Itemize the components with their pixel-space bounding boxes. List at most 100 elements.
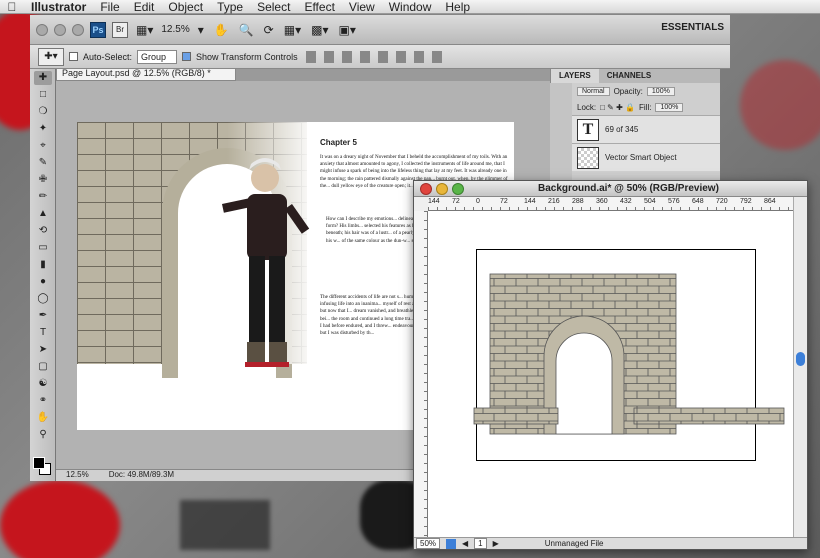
zoom-tool-icon[interactable]: ⚲: [34, 428, 52, 442]
history-brush-tool-icon[interactable]: ⟲: [34, 224, 52, 238]
align-bottom-icon[interactable]: [341, 50, 352, 63]
distribute-2-icon[interactable]: [431, 50, 442, 63]
zoom-window-button[interactable]: [452, 182, 464, 195]
layer-row[interactable]: T 69 of 345: [551, 115, 720, 143]
menu-app-name[interactable]: Illustrator: [24, 0, 93, 14]
menu-effect[interactable]: Effect: [297, 0, 341, 14]
first-artboard-icon[interactable]: ◀: [462, 539, 468, 548]
layers-panel: LAYERS CHANNELS Normal Opacity: 100% Loc…: [550, 69, 720, 189]
ruler-label: 72: [452, 198, 460, 205]
auto-select-checkbox[interactable]: [69, 52, 78, 61]
text-layer-thumbnail: T: [577, 118, 599, 141]
move-tool-icon[interactable]: ✚: [34, 71, 52, 85]
3d-orbit-tool-icon[interactable]: ⚭: [34, 394, 52, 408]
healing-tool-icon[interactable]: ✙: [34, 173, 52, 187]
ruler-label: 144: [428, 198, 440, 205]
lock-icons[interactable]: □ ✎ ✚ 🔒: [600, 103, 635, 112]
horizontal-ruler[interactable]: 144 72 0 72 144 216 288 360 432 504 576 …: [428, 197, 795, 211]
menu-file[interactable]: File: [93, 0, 126, 14]
ruler-label: 504: [644, 198, 656, 205]
brick-arch-vector: [473, 273, 785, 435]
opacity-field[interactable]: 100%: [646, 86, 675, 96]
window-title: Background.ai* @ 50% (RGB/Preview): [538, 183, 719, 194]
arrange-documents-icon[interactable]: ▩▾: [309, 23, 330, 37]
3d-rotate-tool-icon[interactable]: ☯: [34, 377, 52, 391]
rotate-view-icon[interactable]: ⟳: [262, 23, 276, 37]
bridge-app-icon[interactable]: Br: [112, 21, 128, 38]
lasso-tool-icon[interactable]: ❍: [34, 105, 52, 119]
auto-select-target-select[interactable]: Group: [137, 49, 178, 64]
illustrator-status-bar: 50% ◀ 1 ▶ Unmanaged File: [414, 537, 807, 549]
gradient-tool-icon[interactable]: ▮: [34, 258, 52, 272]
menu-window[interactable]: Window: [382, 0, 439, 14]
align-center-icon[interactable]: [377, 50, 388, 63]
show-transform-checkbox[interactable]: [182, 52, 192, 61]
blend-mode-select[interactable]: Normal: [577, 86, 610, 96]
stamp-tool-icon[interactable]: ▲: [34, 207, 52, 221]
tab-layers[interactable]: LAYERS: [551, 69, 599, 83]
menu-type[interactable]: Type: [210, 0, 250, 14]
screen-mode-icon[interactable]: ▣▾: [336, 23, 357, 37]
next-artboard-icon[interactable]: ▶: [493, 539, 499, 548]
fill-label: Fill:: [639, 102, 652, 112]
path-select-tool-icon[interactable]: ➤: [34, 343, 52, 357]
menu-select[interactable]: Select: [250, 0, 297, 14]
layer-name[interactable]: Vector Smart Object: [605, 153, 677, 162]
type-tool-icon[interactable]: T: [34, 326, 52, 340]
minimize-window-button[interactable]: [436, 182, 448, 195]
zoom-level-select[interactable]: 12.5%: [161, 24, 189, 35]
fill-field[interactable]: 100%: [655, 102, 684, 112]
photoshop-app-icon[interactable]: Ps: [90, 21, 106, 38]
vertical-ruler[interactable]: [414, 211, 428, 539]
ruler-label: 0: [476, 198, 480, 205]
grid-icon[interactable]: ▦▾: [282, 23, 303, 37]
chapter-heading: Chapter 5: [320, 138, 357, 147]
layer-name[interactable]: 69 of 345: [605, 125, 638, 134]
status-zoom[interactable]: 12.5%: [66, 470, 89, 481]
align-left-icon[interactable]: [359, 50, 370, 63]
eraser-tool-icon[interactable]: ▭: [34, 241, 52, 255]
tab-channels[interactable]: CHANNELS: [599, 69, 659, 83]
menu-help[interactable]: Help: [438, 0, 477, 14]
zoom-tool-icon[interactable]: 🔍: [237, 23, 256, 37]
workspace-switcher[interactable]: ESSENTIALS: [661, 22, 724, 33]
zoom-dropdown-icon[interactable]: [446, 538, 457, 549]
zoom-dropdown-icon[interactable]: ▾: [196, 23, 206, 37]
menu-view[interactable]: View: [342, 0, 382, 14]
magic-wand-tool-icon[interactable]: ✦: [34, 122, 52, 136]
move-tool-preset-icon[interactable]: ✚▾: [38, 47, 64, 66]
ruler-label: 216: [548, 198, 560, 205]
align-middle-icon[interactable]: [323, 50, 334, 63]
blur-tool-icon[interactable]: ●: [34, 275, 52, 289]
status-info[interactable]: Unmanaged File: [545, 539, 604, 548]
shape-tool-icon[interactable]: ▢: [34, 360, 52, 374]
close-window-button[interactable]: [36, 23, 48, 36]
dodge-tool-icon[interactable]: ◯: [34, 292, 52, 306]
hand-tool-icon[interactable]: ✋: [212, 23, 231, 37]
view-extras-icon[interactable]: ▦▾: [134, 23, 155, 37]
minimize-window-button[interactable]: [54, 23, 66, 36]
apple-icon[interactable]: : [0, 0, 24, 14]
marquee-tool-icon[interactable]: □: [34, 88, 52, 102]
zoom-window-button[interactable]: [72, 23, 84, 36]
illustrator-canvas[interactable]: [428, 211, 795, 539]
status-doc-info[interactable]: Doc: 49.8M/89.3M: [109, 470, 174, 481]
vertical-scrollbar[interactable]: [793, 197, 807, 539]
layer-row[interactable]: Vector Smart Object: [551, 143, 720, 171]
distribute-icon[interactable]: [413, 50, 424, 63]
close-window-button[interactable]: [420, 182, 432, 195]
hand-tool-icon[interactable]: ✋: [34, 411, 52, 425]
brush-tool-icon[interactable]: ✏: [34, 190, 52, 204]
align-right-icon[interactable]: [395, 50, 406, 63]
eyedropper-tool-icon[interactable]: ✎: [34, 156, 52, 170]
menu-object[interactable]: Object: [161, 0, 210, 14]
character-figure: [222, 158, 310, 367]
align-top-icon[interactable]: [305, 50, 316, 63]
menu-edit[interactable]: Edit: [127, 0, 162, 14]
crop-tool-icon[interactable]: ⌖: [34, 139, 52, 153]
ai-zoom-field[interactable]: 50%: [416, 538, 441, 549]
foreground-color-swatch[interactable]: [33, 457, 45, 469]
artboard-number-field[interactable]: 1: [474, 538, 487, 549]
scroll-thumb[interactable]: [796, 352, 805, 366]
pen-tool-icon[interactable]: ✒: [34, 309, 52, 323]
